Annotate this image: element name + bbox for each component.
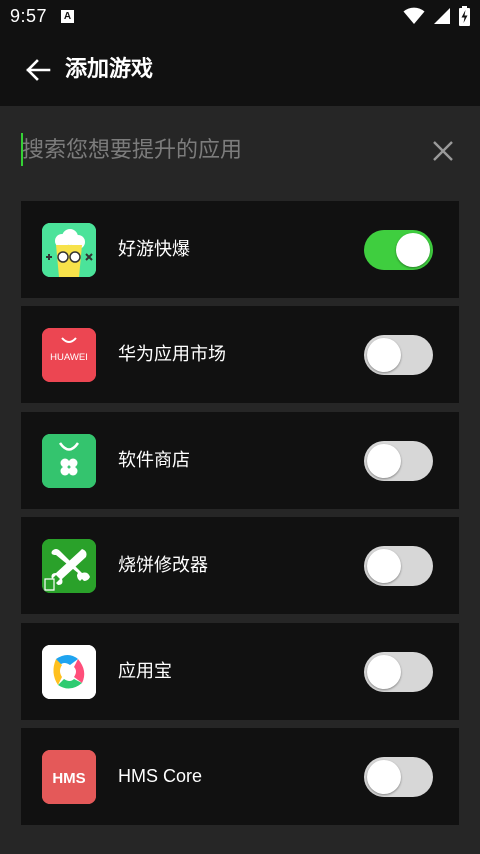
yingyongbao-icon	[42, 644, 96, 699]
a-letter-icon: A	[61, 9, 75, 23]
clear-search-button[interactable]	[428, 136, 458, 166]
app-toggle[interactable]	[364, 440, 433, 481]
battery-charging-icon	[459, 6, 470, 26]
app-toggle[interactable]	[364, 546, 433, 587]
hms-icon-text: HMS	[52, 770, 85, 787]
status-bar: 9:57 A	[0, 0, 480, 32]
app-toggle[interactable]	[364, 756, 433, 797]
search-input[interactable]	[22, 130, 412, 170]
app-bar: 添加游戏	[0, 32, 480, 106]
list-item: 好游快爆	[21, 201, 459, 298]
app-name: 好游快爆	[118, 239, 190, 260]
huawei-appgallery-icon: HUAWEI	[42, 328, 96, 383]
list-item: HMS HMS Core	[21, 727, 459, 825]
app-toggle[interactable]	[364, 651, 433, 692]
app-name: 华为应用市场	[118, 344, 226, 366]
list-item: 软件商店	[21, 411, 459, 509]
wifi-icon	[403, 7, 425, 24]
status-icons	[403, 6, 470, 26]
toggle-knob	[367, 654, 401, 689]
software-store-icon	[42, 433, 96, 488]
haoyou-kuaibao-icon	[42, 223, 96, 277]
hms-core-icon: HMS	[42, 749, 96, 804]
arrow-left-icon	[26, 59, 51, 81]
app-name: 烧饼修改器	[118, 555, 208, 577]
toggle-knob	[367, 759, 401, 794]
app-toggle[interactable]	[364, 335, 433, 376]
huawei-icon-text: HUAWEI	[50, 352, 88, 363]
back-button[interactable]	[22, 54, 54, 86]
toggle-knob	[367, 338, 401, 373]
list-item: 应用宝	[21, 622, 459, 720]
close-icon	[433, 141, 453, 161]
status-time: 9:57	[10, 5, 48, 26]
toggle-knob	[367, 443, 401, 478]
app-name: 软件商店	[118, 449, 190, 471]
list-item: HUAWEI 华为应用市场	[21, 306, 459, 404]
toggle-knob	[396, 233, 430, 267]
signal-icon	[434, 8, 450, 24]
app-list: 好游快爆 HUAWEI 华为应用市场 软件商店 烧饼修改器 应用宝 HMS HM…	[21, 201, 459, 833]
app-name: 应用宝	[118, 660, 172, 682]
app-toggle[interactable]	[364, 230, 433, 270]
page-title: 添加游戏	[65, 57, 154, 82]
list-item: 烧饼修改器	[21, 517, 459, 615]
toggle-knob	[367, 549, 401, 584]
wrench-icon	[42, 539, 96, 594]
app-name: HMS Core	[118, 765, 203, 786]
